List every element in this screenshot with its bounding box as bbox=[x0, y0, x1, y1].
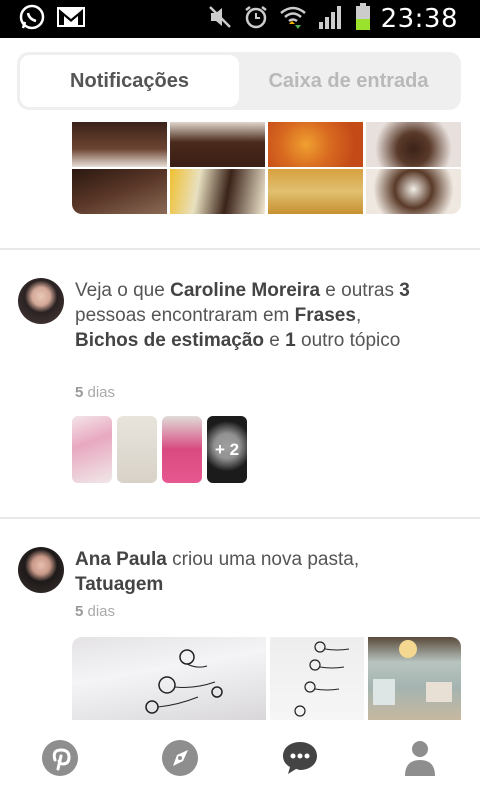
notification-item[interactable]: Veja o que Caroline Moreira e outras 3 p… bbox=[18, 278, 462, 488]
profile-icon bbox=[401, 739, 439, 782]
notifications-chat-icon bbox=[281, 739, 319, 782]
pin-thumbnail[interactable] bbox=[72, 637, 266, 720]
battery-icon bbox=[355, 2, 371, 36]
mute-icon bbox=[207, 4, 233, 35]
notification-text: Ana Paula criou uma nova pasta, Tatuagem bbox=[75, 549, 360, 595]
feed-divider bbox=[0, 248, 480, 250]
explore-compass-icon bbox=[161, 739, 199, 782]
notification-time: 5 dias bbox=[75, 603, 116, 620]
tab-notifications[interactable]: Notificações bbox=[20, 55, 239, 107]
notification-item[interactable]: Ana Paula criou uma nova pasta, Tatuagem… bbox=[18, 547, 462, 720]
notification-text: Veja o que Caroline Moreira e outras 3 p… bbox=[75, 280, 410, 351]
pin-thumbnail[interactable]: + 2 bbox=[207, 416, 247, 483]
pin-thumbnail[interactable] bbox=[162, 416, 202, 483]
notification-time: 5 dias bbox=[75, 384, 116, 401]
clock-time: 23:38 bbox=[380, 4, 458, 34]
nav-home[interactable] bbox=[30, 730, 90, 790]
nav-profile[interactable] bbox=[390, 730, 450, 790]
notification-feed[interactable]: Veja o que Caroline Moreira e outras 3 p… bbox=[0, 122, 480, 720]
wifi-icon bbox=[279, 4, 307, 35]
avatar[interactable] bbox=[18, 278, 64, 324]
gmail-icon bbox=[56, 5, 86, 34]
previous-pins-grid[interactable] bbox=[72, 122, 461, 214]
more-count-badge: + 2 bbox=[207, 416, 247, 483]
nav-explore[interactable] bbox=[150, 730, 210, 790]
tab-switcher: Notificações Caixa de entrada bbox=[17, 52, 461, 110]
pin-thumbnail[interactable] bbox=[170, 122, 265, 214]
alarm-icon bbox=[243, 4, 269, 35]
pin-thumbnail[interactable] bbox=[72, 416, 112, 483]
signal-icon bbox=[317, 4, 345, 35]
pin-thumbnail[interactable] bbox=[117, 416, 157, 483]
pin-thumbnail[interactable] bbox=[366, 122, 461, 214]
feed-divider bbox=[0, 517, 480, 519]
pin-thumbnails-row: + 2 bbox=[72, 416, 247, 483]
whatsapp-icon bbox=[18, 3, 46, 36]
bottom-navigation bbox=[0, 720, 480, 800]
pin-thumbnail[interactable] bbox=[368, 637, 461, 720]
avatar[interactable] bbox=[18, 547, 64, 593]
pin-thumbnail[interactable] bbox=[270, 637, 364, 720]
pin-thumbnail[interactable] bbox=[268, 122, 363, 214]
nav-notifications[interactable] bbox=[270, 730, 330, 790]
pinterest-icon bbox=[41, 739, 79, 782]
status-bar: 23:38 bbox=[0, 0, 480, 38]
tab-inbox[interactable]: Caixa de entrada bbox=[239, 55, 458, 107]
pin-thumbnail[interactable] bbox=[72, 122, 167, 214]
board-preview[interactable] bbox=[72, 637, 461, 720]
